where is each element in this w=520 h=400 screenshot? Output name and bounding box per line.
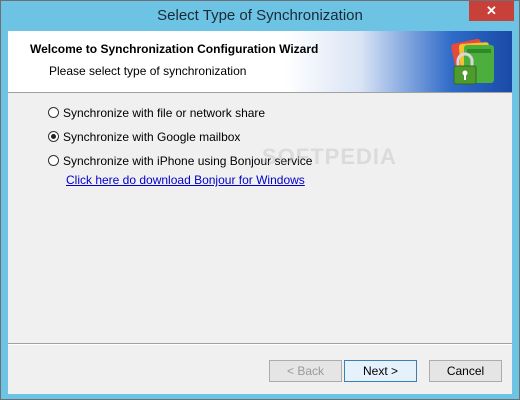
footer-divider [8, 343, 512, 345]
option-google-mailbox-label[interactable]: Synchronize with Google mailbox [63, 130, 240, 144]
radio-iphone-bonjour[interactable] [48, 155, 59, 167]
wizard-window: Select Type of Synchronization ✕ Welcome… [0, 0, 520, 400]
download-bonjour-link[interactable]: Click here do download Bonjour for Windo… [66, 173, 305, 187]
back-button[interactable]: < Back [269, 360, 342, 382]
option-file-share-label[interactable]: Synchronize with file or network share [63, 106, 265, 120]
wizard-header: Welcome to Synchronization Configuration… [8, 31, 512, 93]
address-book-lock-icon [451, 38, 494, 85]
radio-google-mailbox[interactable] [48, 131, 59, 143]
watermark: SOFTPEDIA [262, 144, 397, 169]
next-button[interactable]: Next > [344, 360, 417, 382]
window-title: Select Type of Synchronization [157, 7, 363, 24]
header-title: Welcome to Synchronization Configuration… [30, 42, 319, 56]
wizard-page: Welcome to Synchronization Configuration… [8, 31, 512, 394]
cancel-button[interactable]: Cancel [429, 360, 502, 382]
radio-file-share[interactable] [48, 107, 59, 119]
header-subtitle: Please select type of synchronization [49, 64, 247, 78]
option-google-mailbox[interactable]: Synchronize with Google mailbox [48, 129, 240, 145]
option-file-share[interactable]: Synchronize with file or network share [48, 105, 265, 121]
close-button[interactable]: ✕ [469, 1, 514, 21]
title-bar[interactable]: Select Type of Synchronization ✕ [1, 1, 519, 31]
close-icon: ✕ [486, 3, 497, 18]
